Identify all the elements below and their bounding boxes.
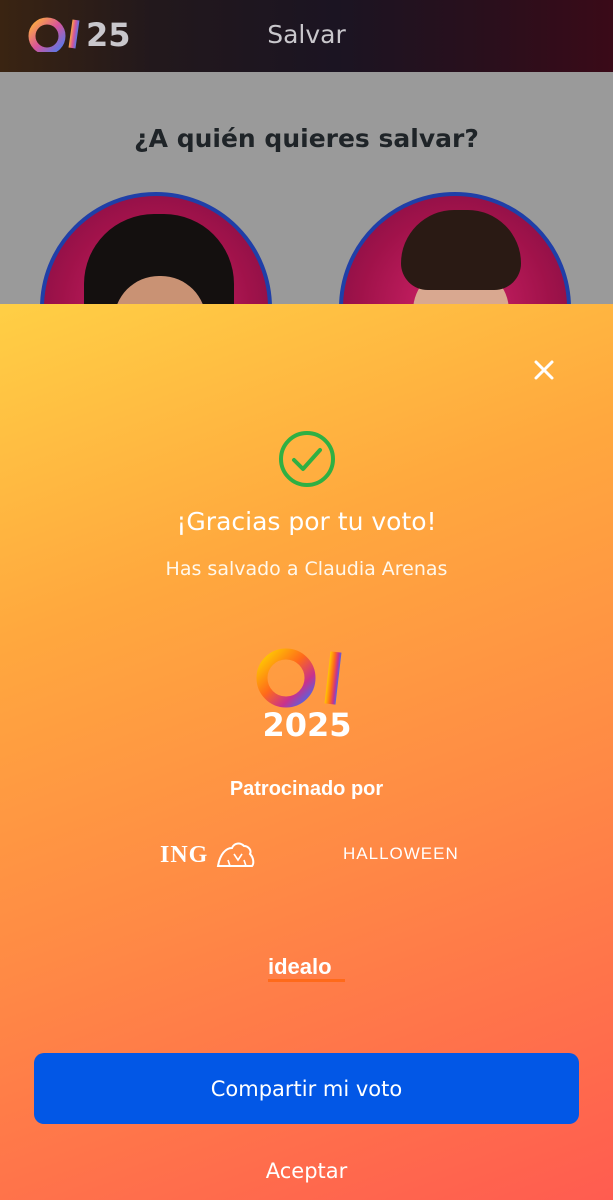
ing-logo-text: ING <box>160 841 209 868</box>
svg-text:2025: 2025 <box>262 706 351 740</box>
idealo-logo-underline <box>268 979 345 982</box>
ot-2025-logo: 2025 <box>256 646 354 740</box>
vote-confirmation-sheet: ¡Gracias por tu voto! Has salvado a Clau… <box>0 304 613 1200</box>
close-button[interactable] <box>527 353 561 387</box>
ing-sponsor-logo: ING <box>160 838 258 872</box>
share-vote-button[interactable]: Compartir mi voto <box>34 1053 579 1124</box>
ing-lion-icon <box>217 842 255 867</box>
contestant-hair <box>401 210 521 290</box>
vote-question: ¿A quién quieres salvar? <box>134 124 479 153</box>
page-title: Salvar <box>267 20 346 49</box>
background-screen: ¿A quién quieres salvar? <box>0 72 613 424</box>
accept-link[interactable]: Aceptar <box>0 1159 613 1183</box>
idealo-sponsor-logo: idealo <box>268 954 332 979</box>
check-circle-icon <box>279 431 335 487</box>
sponsored-label: Patrocinado por <box>229 778 384 800</box>
saved-contestant-text: Has salvado a Claudia Arenas <box>165 558 448 580</box>
top-bar: 25 Salvar <box>0 0 613 72</box>
halloween-sponsor-logo: HALLOWEEN <box>343 844 459 863</box>
thanks-heading: ¡Gracias por tu voto! <box>176 507 437 536</box>
close-icon <box>534 360 554 380</box>
